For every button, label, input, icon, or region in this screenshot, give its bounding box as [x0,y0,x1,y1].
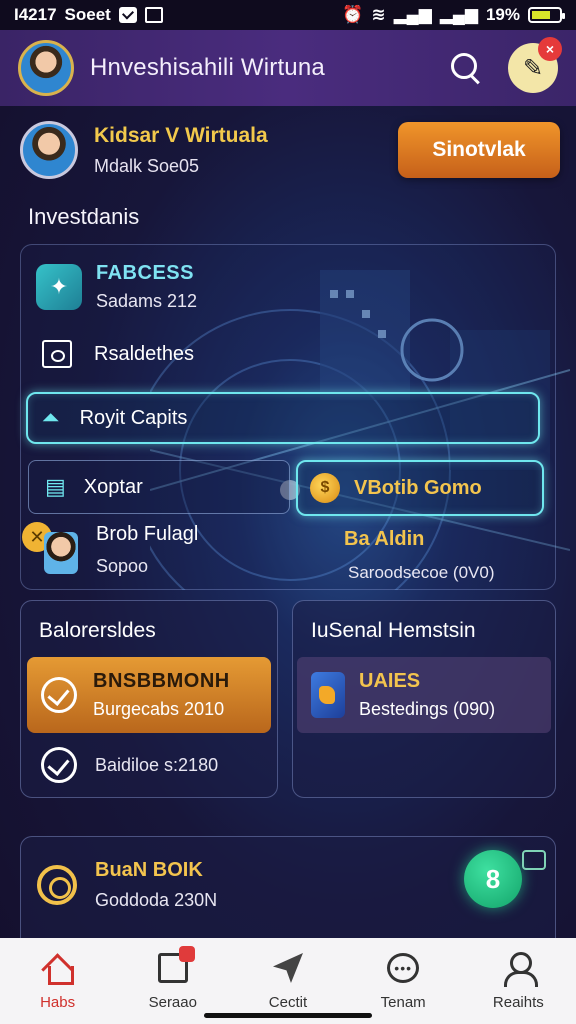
card-left-tile-subtitle: Burgecabs 2010 [93,699,225,719]
card-left-title: Balorersldes [39,619,156,642]
right-label-subtitle: Saroodsecoe (0V0) [348,563,495,582]
right-label-title: Ba Aldin [344,528,425,550]
card-left-item[interactable]: Baidiloe s:2180 [41,747,218,783]
profile-subtitle: Mdalk Soe05 [94,155,200,176]
ledger-icon: ▤ [45,474,66,499]
check-circle-icon-2 [41,747,77,783]
profile-avatar[interactable] [20,121,78,179]
user-icon [503,952,539,987]
wifi-icon: ≋ [371,5,386,24]
app-tile-icon [311,672,345,718]
plane-icon [272,953,303,983]
featured-title: FABCESS [96,262,194,284]
chart-icon: ⏶ [42,405,60,430]
status-carrier: Soeet [64,5,111,24]
card-left-tile[interactable]: BNSBBMONH Burgecabs 2010 [27,657,271,733]
list-item-3-label: Xoptar [83,475,143,498]
cta-button[interactable]: Sinotvlak [398,122,560,178]
coin-icon: $ [310,473,340,503]
card-right[interactable]: IuSenal Hemstsin UAIES Bestedings (090) [292,600,556,798]
signal-icon-2: ▂▄▆ [439,5,478,24]
nav-profile-label: Reaihts [492,994,544,1011]
tools-icon: ✎ [522,54,544,82]
notification-badge: × [538,37,562,61]
check-circle-icon [41,677,77,713]
featured-subtitle: Sadams 212 [96,291,198,311]
app-title: Hnveshisahili Wirtuna [90,54,325,81]
profile-row: Kidsar V Wirtuala Mdalk Soe05 Sinotvlak [20,118,560,182]
home-icon [43,954,74,985]
section-title: Investdanis [28,204,140,229]
nav-center-label: Cectit [268,994,308,1011]
nav-center[interactable]: Cectit [238,950,338,1011]
signal-icon: ▂▄▆ [393,5,432,24]
bottom-card-subtitle: Goddoda 230N [95,890,218,910]
target-icon [37,865,77,905]
nav-home-label: Habs [40,994,76,1011]
card-left[interactable]: Balorersldes BNSBBMONH Burgecabs 2010 Ba… [20,600,278,798]
bottom-card-title: BuaN BOIK [95,859,203,881]
profile-name: Kidsar V Wirtuala [94,123,268,147]
app-header: Hnveshisahili Wirtuna ✎ × [0,30,576,106]
card-right-tile-subtitle: Bestedings (090) [359,699,496,719]
bottom-nav: Habs Seraao Cectit ••• Tenam Reaihts [0,938,576,1024]
list-item-2-label: Royit Capits [79,406,188,429]
battery-percent: 19% [485,5,520,24]
card-right-tile[interactable]: UAIES Bestedings (090) [297,657,551,733]
alarm-icon: ⏰ [342,5,364,24]
battery-icon [528,7,565,23]
header-avatar[interactable] [18,40,74,96]
gallery-icon: ✦ [36,264,82,310]
list-item-2[interactable]: ⏶ Royit Capits [26,392,540,444]
nav-team-label: Tenam [380,994,426,1011]
floating-action-button[interactable]: 8 [464,850,522,908]
nav-home[interactable]: Habs [8,950,108,1011]
card-left-item-label: Baidiloe s:2180 [95,754,219,775]
nav-team[interactable]: ••• Tenam [353,950,453,1011]
chat-icon: ••• [387,953,420,983]
document-icon [157,946,195,983]
card-right-tile-title: UAIES [359,670,421,692]
person-subtitle: Sopoo [96,556,149,576]
featured-row[interactable]: ✦ FABCESS Sadams 212 [36,262,197,312]
status-bar: I4217 Soeet ⏰ ≋ ▂▄▆ ▂▄▆ 19% [0,0,576,30]
card-right-title: IuSenal Hemstsin [311,619,476,642]
highlight-button[interactable]: $ VBotib Gomo [296,460,544,516]
chat-mini-icon[interactable] [522,850,546,870]
list-item-1[interactable]: Rsaldethes [42,340,194,368]
image-icon [144,7,163,23]
nav-search-label: Seraao [148,994,197,1011]
home-indicator [204,1013,372,1018]
card-left-tile-title: BNSBBMONH [93,670,230,692]
search-icon[interactable] [448,50,484,86]
person-name: Brob Fulagl [96,523,199,545]
nav-profile[interactable]: Reaihts [468,950,568,1011]
list-item-1-label: Rsaldethes [94,342,195,365]
highlight-label: VBotib Gomo [354,476,482,499]
person-row[interactable]: ✕ Brob Fulagl Sopoo [22,522,198,578]
right-label: Ba Aldin Saroodsecoe (0V0) [344,528,494,583]
status-time: I4217 [14,5,57,24]
person-icon: ✕ [22,522,78,578]
nav-search[interactable]: Seraao [123,946,223,1011]
check-icon [118,7,137,23]
app-screen: I4217 Soeet ⏰ ≋ ▂▄▆ ▂▄▆ 19% Hnveshisahil… [0,0,576,1024]
wallet-icon [42,340,72,368]
tools-button[interactable]: ✎ × [508,37,562,93]
list-item-3[interactable]: ▤ Xoptar [28,460,290,514]
